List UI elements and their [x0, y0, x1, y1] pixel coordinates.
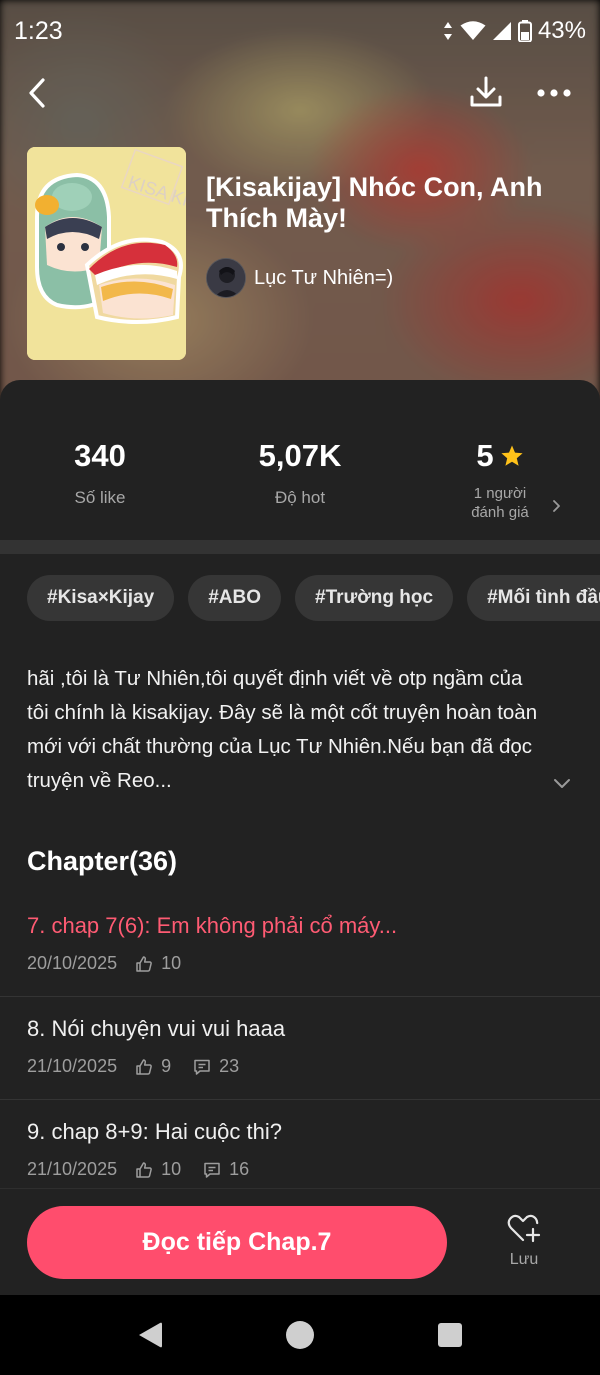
section-divider — [0, 540, 600, 554]
rating-chevron-right-icon[interactable] — [551, 498, 563, 519]
chapter-likes: 10 — [135, 953, 181, 974]
continue-reading-button[interactable]: Đọc tiếp Chap.7 — [27, 1206, 447, 1279]
tag-list: #Kisa×Kijay #ABO #Trường học #Mối tình đ… — [27, 575, 600, 621]
book-detail-card: 340 Số like 5,07K Độ hot 5 1 người đánh … — [0, 380, 600, 1295]
tag-chip[interactable]: #ABO — [188, 575, 282, 621]
rating-count-label: 1 người đánh giá — [440, 484, 560, 522]
top-nav — [0, 70, 600, 116]
rating-label-line2: đánh giá — [471, 504, 529, 521]
chapter-comments: 16 — [203, 1159, 249, 1180]
like-count: 10 — [161, 953, 182, 973]
chapter-comments: 23 — [193, 1056, 239, 1077]
back-button[interactable] — [20, 74, 54, 112]
square-recents-icon — [438, 1323, 462, 1347]
likes-label: Số like — [74, 488, 126, 507]
chapter-date: 21/10/2025 — [27, 1056, 118, 1076]
tag-chip[interactable]: #Kisa×Kijay — [27, 575, 175, 621]
chapter-row[interactable]: 7. chap 7(6): Em không phải cổ máy... 20… — [0, 894, 600, 997]
more-dots-icon — [537, 89, 571, 97]
chapter-title: 9. chap 8+9: Hai cuộc thi? — [27, 1119, 282, 1144]
system-home-button[interactable] — [284, 1319, 316, 1351]
triangle-back-icon — [139, 1322, 162, 1348]
stat-rating[interactable]: 5 1 người đánh giá — [440, 438, 560, 522]
circle-home-icon — [286, 1321, 314, 1349]
chapter-row[interactable]: 8. Nói chuyện vui vui haaa 21/10/2025 9 … — [0, 997, 600, 1100]
chapter-meta: 21/10/2025 9 23 — [27, 1056, 573, 1077]
cover-illustration: KISA KIJAY — [27, 147, 186, 360]
wifi-icon — [460, 21, 486, 40]
chapter-likes: 10 — [135, 1159, 181, 1180]
star-icon — [501, 445, 523, 466]
chapter-title: 7. chap 7(6): Em không phải cổ máy... — [27, 913, 398, 938]
thumbs-up-icon — [136, 1058, 152, 1075]
chapter-heading: Chapter(36) — [27, 846, 178, 876]
tag-chip[interactable]: #Trường học — [295, 575, 454, 621]
likes-value: 340 — [74, 438, 126, 473]
author-name: Lục Tư Nhiên=) — [254, 266, 394, 289]
comment-icon — [204, 1162, 220, 1178]
hot-label: Độ hot — [274, 488, 326, 507]
chapter-meta: 21/10/2025 10 16 — [27, 1159, 573, 1180]
system-back-button[interactable] — [134, 1319, 166, 1351]
download-icon — [470, 76, 502, 107]
thumbs-up-icon — [136, 1161, 152, 1178]
rating-label-line1: 1 người — [473, 485, 527, 502]
save-label: Lưu — [509, 1251, 539, 1268]
more-options-button[interactable] — [532, 76, 576, 110]
chapter-likes: 9 — [135, 1056, 171, 1077]
save-button[interactable]: Lưu — [490, 1213, 558, 1277]
back-arrow-icon — [29, 78, 45, 108]
thumbs-up-icon — [136, 955, 152, 972]
rating-value-row: 5 — [440, 438, 560, 474]
battery-percent: 43% — [537, 17, 586, 44]
comment-icon — [194, 1059, 210, 1075]
bottom-action-bar: Đọc tiếp Chap.7 Lưu — [0, 1188, 600, 1295]
data-transfer-icon — [443, 22, 452, 40]
hot-value: 5,07K — [258, 438, 342, 473]
author-link[interactable]: Lục Tư Nhiên=) — [206, 258, 393, 298]
author-avatar — [206, 258, 246, 298]
cellular-signal-icon — [492, 22, 511, 40]
system-recents-button[interactable] — [434, 1319, 466, 1351]
chapter-list: 7. chap 7(6): Em không phải cổ máy... 20… — [0, 894, 600, 1203]
chevron-down-icon — [554, 779, 570, 788]
chapter-title: 8. Nói chuyện vui vui haaa — [27, 1016, 286, 1041]
stat-likes: 340 Số like — [40, 438, 160, 508]
chapter-date: 20/10/2025 — [27, 953, 118, 973]
comment-count: 16 — [229, 1159, 250, 1179]
system-navigation-bar — [0, 1295, 600, 1375]
comment-count: 23 — [219, 1056, 240, 1076]
book-title: [Kisakijay] Nhóc Con, Anh Thích Mày! — [206, 172, 543, 233]
expand-description-button[interactable] — [548, 770, 576, 796]
chapter-meta: 20/10/2025 10 — [27, 953, 573, 974]
like-count: 9 — [161, 1056, 172, 1076]
status-time: 1:23 — [14, 16, 63, 45]
like-count: 10 — [161, 1159, 182, 1179]
download-button[interactable] — [466, 72, 506, 112]
heart-plus-icon — [507, 1214, 541, 1243]
tag-chip[interactable]: #Mối tình đầu — [467, 575, 600, 621]
status-bar: 1:23 43% — [0, 0, 600, 62]
book-description: hãi ,tôi là Tư Nhiên,tôi quyết định viết… — [27, 667, 538, 792]
book-cover[interactable]: KISA KIJAY — [27, 147, 186, 360]
stat-hot: 5,07K Độ hot — [220, 438, 380, 508]
stats-row: 340 Số like 5,07K Độ hot 5 1 người đánh … — [0, 380, 600, 542]
chapter-date: 21/10/2025 — [27, 1159, 118, 1179]
battery-icon — [517, 20, 532, 42]
status-icons: 43% — [442, 17, 586, 45]
rating-value: 5 — [476, 438, 494, 473]
